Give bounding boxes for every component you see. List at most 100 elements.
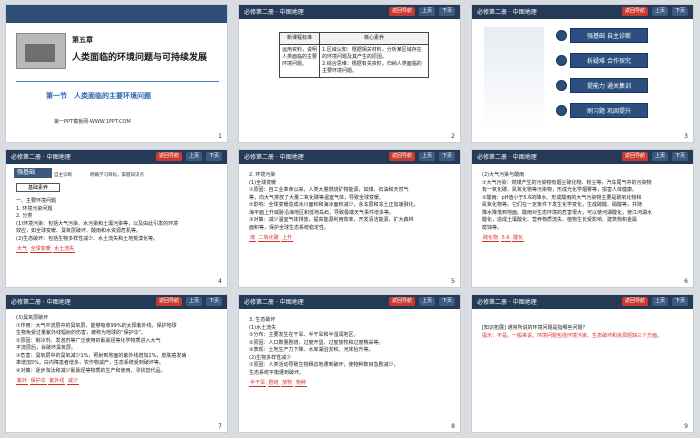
prev-button[interactable]: 上页 xyxy=(419,152,436,161)
table-cell: 1.区域认知：根据相关材料，分析某区域存在的环境问题及其产生的原因。 2.综合思… xyxy=(319,44,429,78)
body-line: 2. 分类 xyxy=(16,213,33,219)
menu-item[interactable]: 提能力 通关集训 xyxy=(570,78,648,93)
prev-button[interactable]: 上页 xyxy=(186,152,203,161)
answer-blank: 紫外 xyxy=(16,378,29,385)
answer-blank: 水土流失 xyxy=(53,246,76,253)
body-line: (2)生态破坏：包括生物多样性减少、水土流失和土地荒漠化等。 xyxy=(16,235,159,242)
slide-thumbnail-2[interactable]: 必修第二册 · 中图地理 返回导航 上页 下页 新课程标准 核心素养 运用资料，… xyxy=(238,4,461,143)
body-line: ②原因：人口数量剧增，过度开垦、过度放牧和过度樵采等。 xyxy=(249,339,384,346)
nav-button[interactable]: 返回导航 xyxy=(389,7,416,16)
menu-item[interactable]: 强基础 自主诊断 xyxy=(570,28,648,43)
divider xyxy=(16,81,219,82)
header-title: 必修第二册 · 中图地理 xyxy=(477,154,537,161)
body-line: 面积等，保护全球生态系统稳定性。 xyxy=(249,224,330,231)
slide-body: 2. 环境污染 (1)全球变暖 ①原因：自工业革命以来，人类大量燃烧矿物能源，如… xyxy=(249,172,454,243)
body-line: 一、主要环境问题 xyxy=(16,198,57,204)
body-line: (1)水土流失 xyxy=(249,324,277,331)
header-title: 必修第二册 · 中图地理 xyxy=(11,299,71,306)
nav-button[interactable]: 返回导航 xyxy=(156,297,183,306)
bullet-icon xyxy=(556,30,567,41)
prev-button[interactable]: 上页 xyxy=(419,297,436,306)
slide-number: 9 xyxy=(684,423,688,430)
standards-table: 新课程标准 核心素养 运用资料，说明人类面临的主要环境问题。 1.区域认知：根据… xyxy=(279,32,429,78)
chapter-label: 第五章 xyxy=(72,36,93,44)
body-line: 腐蚀等。 xyxy=(482,224,503,231)
slide-thumbnail-3[interactable]: 必修第二册 · 中图地理 返回导航 上页 下页 强基础 自主诊断 析疑难 合作探… xyxy=(471,4,694,143)
body-line: 提示：不是。一般来说，环境问题包括环境污染、生态破坏和资源短缺三个方面。 xyxy=(482,332,663,339)
slide-thumbnail-6[interactable]: 必修第二册 · 中图地理 返回导航 上页 下页 (2)大气污染与酸雨 ①大气污染… xyxy=(471,149,694,288)
blank-answers: 煤 二氧化碳 上升 xyxy=(249,235,454,243)
prev-button[interactable]: 上页 xyxy=(652,152,669,161)
next-button[interactable]: 下页 xyxy=(672,7,689,16)
nav-button[interactable]: 返回导航 xyxy=(622,152,649,161)
bullet-icon xyxy=(556,105,567,116)
body-line: ③危害：臭氧层中的臭氧减少1%，照射到地面的紫外线增加2%，皮肤癌发病 xyxy=(16,352,187,359)
nav-button[interactable]: 返回导航 xyxy=(389,152,416,161)
slide-thumbnail-1[interactable]: 第五章 人类面临的环境问题与可持续发展 第一节 人类面临的主要环境问题 第一PP… xyxy=(5,4,228,143)
blank-answers: 半干旱 剧增 放牧 物种 xyxy=(249,380,454,388)
prev-button[interactable]: 上页 xyxy=(652,297,669,306)
prev-button[interactable]: 上页 xyxy=(186,297,203,306)
slide-header: 必修第二册 · 中图地理 返回导航 上页 下页 xyxy=(239,150,460,164)
footer-text: 第一PPT模板网-WWW.1PPT.COM xyxy=(54,119,131,125)
answer-blank: 上升 xyxy=(281,235,294,242)
next-button[interactable]: 下页 xyxy=(672,297,689,306)
title-band xyxy=(6,5,227,23)
answer-blank: 5.6 xyxy=(500,235,511,242)
menu-item[interactable]: 刷习题 巩固提升 xyxy=(570,103,648,118)
nav-button[interactable]: 返回导航 xyxy=(622,7,649,16)
body-line: ①原因：自工业革命以来，人类大量燃烧矿物能源，如煤、石油和天然气 xyxy=(249,187,409,193)
table-header: 核心素养 xyxy=(319,32,429,45)
body-line: 氮氧化物等。它们在一定条件下发生化学变化，生成硫酸、硝酸等，并随 xyxy=(482,202,643,208)
body-line: (2)生物多样性减少 xyxy=(249,354,292,361)
body-line: (3)臭氧层破坏 xyxy=(16,315,49,321)
slide-body: 一、主要环境问题 1. 环境污染问题 2. 分类 (1)环境污染：包括大气污染、… xyxy=(16,198,221,254)
slide-thumbnail-4[interactable]: 必修第二册 · 中图地理 返回导航 上页 下页 强基础 自主诊断 明确学习目标，… xyxy=(5,149,228,288)
slide-header: 必修第二册 · 中图地理 返回导航 上页 下页 xyxy=(472,5,693,19)
body-line: 3. 生态破坏 xyxy=(249,317,276,323)
slide-thumbnail-9[interactable]: 必修第二册 · 中图地理 返回导航 上页 下页 [知识拓展] 通常所说的环境问题… xyxy=(471,294,694,433)
decorative-panel xyxy=(484,27,544,135)
answer-blank: 紫外线 xyxy=(48,378,66,385)
nav-button[interactable]: 返回导航 xyxy=(622,297,649,306)
body-line: [知识拓展] 通常所说的环境问题是指哪些问题？ xyxy=(482,325,588,331)
body-line: 酸化，造成土壤酸化、营养物质流失、植物生长受影响、建筑物和金属 xyxy=(482,217,638,223)
slide-header: 必修第二册 · 中图地理 返回导航 上页 下页 xyxy=(472,150,693,164)
bullet-icon xyxy=(556,55,567,66)
next-button[interactable]: 下页 xyxy=(439,7,456,16)
body-line: ②酸雨：pH值小于5.6的降水。形成酸雨的大气污染物主要是硫氧化物和 xyxy=(482,194,642,201)
body-line: ①大气污染：燃煤产生的污染物有烟尘硫化物、粉尘等，汽车尾气中的污染物 xyxy=(482,179,652,186)
house-shape xyxy=(25,44,55,62)
menu-item[interactable]: 析疑难 合作探究 xyxy=(570,53,648,68)
slide-body: 3. 生态破坏 (1)水土流失 ①分布：主要发生在干旱、半干旱和半湿润地区。 ②… xyxy=(249,317,454,388)
header-title: 必修第二册 · 中图地理 xyxy=(11,154,71,161)
slide-thumbnail-8[interactable]: 必修第二册 · 中图地理 返回导航 上页 下页 3. 生态破坏 (1)水土流失 … xyxy=(238,294,461,433)
body-line: (2)大气污染与酸雨 xyxy=(482,172,525,178)
next-button[interactable]: 下页 xyxy=(206,297,223,306)
nav-button[interactable]: 返回导航 xyxy=(389,297,416,306)
next-button[interactable]: 下页 xyxy=(439,297,456,306)
chapter-title: 人类面临的环境问题与可持续发展 xyxy=(72,53,208,63)
body-line: ④对策：逐步淘汰和减少氟氯烃等物质的生产和使用，寻找替代品。 xyxy=(16,367,166,374)
header-title: 必修第二册 · 中图地理 xyxy=(244,154,304,161)
slide-thumbnail-5[interactable]: 必修第二册 · 中图地理 返回导航 上页 下页 2. 环境污染 (1)全球变暖 … xyxy=(238,149,461,288)
answer-blank: 保护伞 xyxy=(29,378,47,385)
next-button[interactable]: 下页 xyxy=(206,152,223,161)
section-title: 第一节 人类面临的主要环境问题 xyxy=(46,92,151,100)
body-line: 等，向大气排放了大量二氧化碳等温室气体，导致全球变暖。 xyxy=(249,194,385,201)
prev-button[interactable]: 上页 xyxy=(419,7,436,16)
answer-blank: 全球变暖 xyxy=(29,246,52,253)
nav-button[interactable]: 返回导航 xyxy=(156,152,183,161)
prev-button[interactable]: 上页 xyxy=(652,7,669,16)
answer-blank: 剧增 xyxy=(267,380,280,387)
section-tag: 强基础 xyxy=(14,168,52,178)
next-button[interactable]: 下页 xyxy=(672,152,689,161)
slide-number: 3 xyxy=(684,133,688,140)
answer-blank: 半干旱 xyxy=(249,380,267,387)
next-button[interactable]: 下页 xyxy=(439,152,456,161)
header-title: 必修第二册 · 中图地理 xyxy=(244,9,304,16)
slide-thumbnail-7[interactable]: 必修第二册 · 中图地理 返回导航 上页 下页 (3)臭氧层破坏 ①作用：大气平… xyxy=(5,294,228,433)
answer-blank: 减少 xyxy=(66,378,79,385)
chapter-image xyxy=(16,33,66,69)
table-cell-line: 1.区域认知：根据相关材料，分析某区域存在的环境问题及其产生的原因。 xyxy=(322,47,422,60)
